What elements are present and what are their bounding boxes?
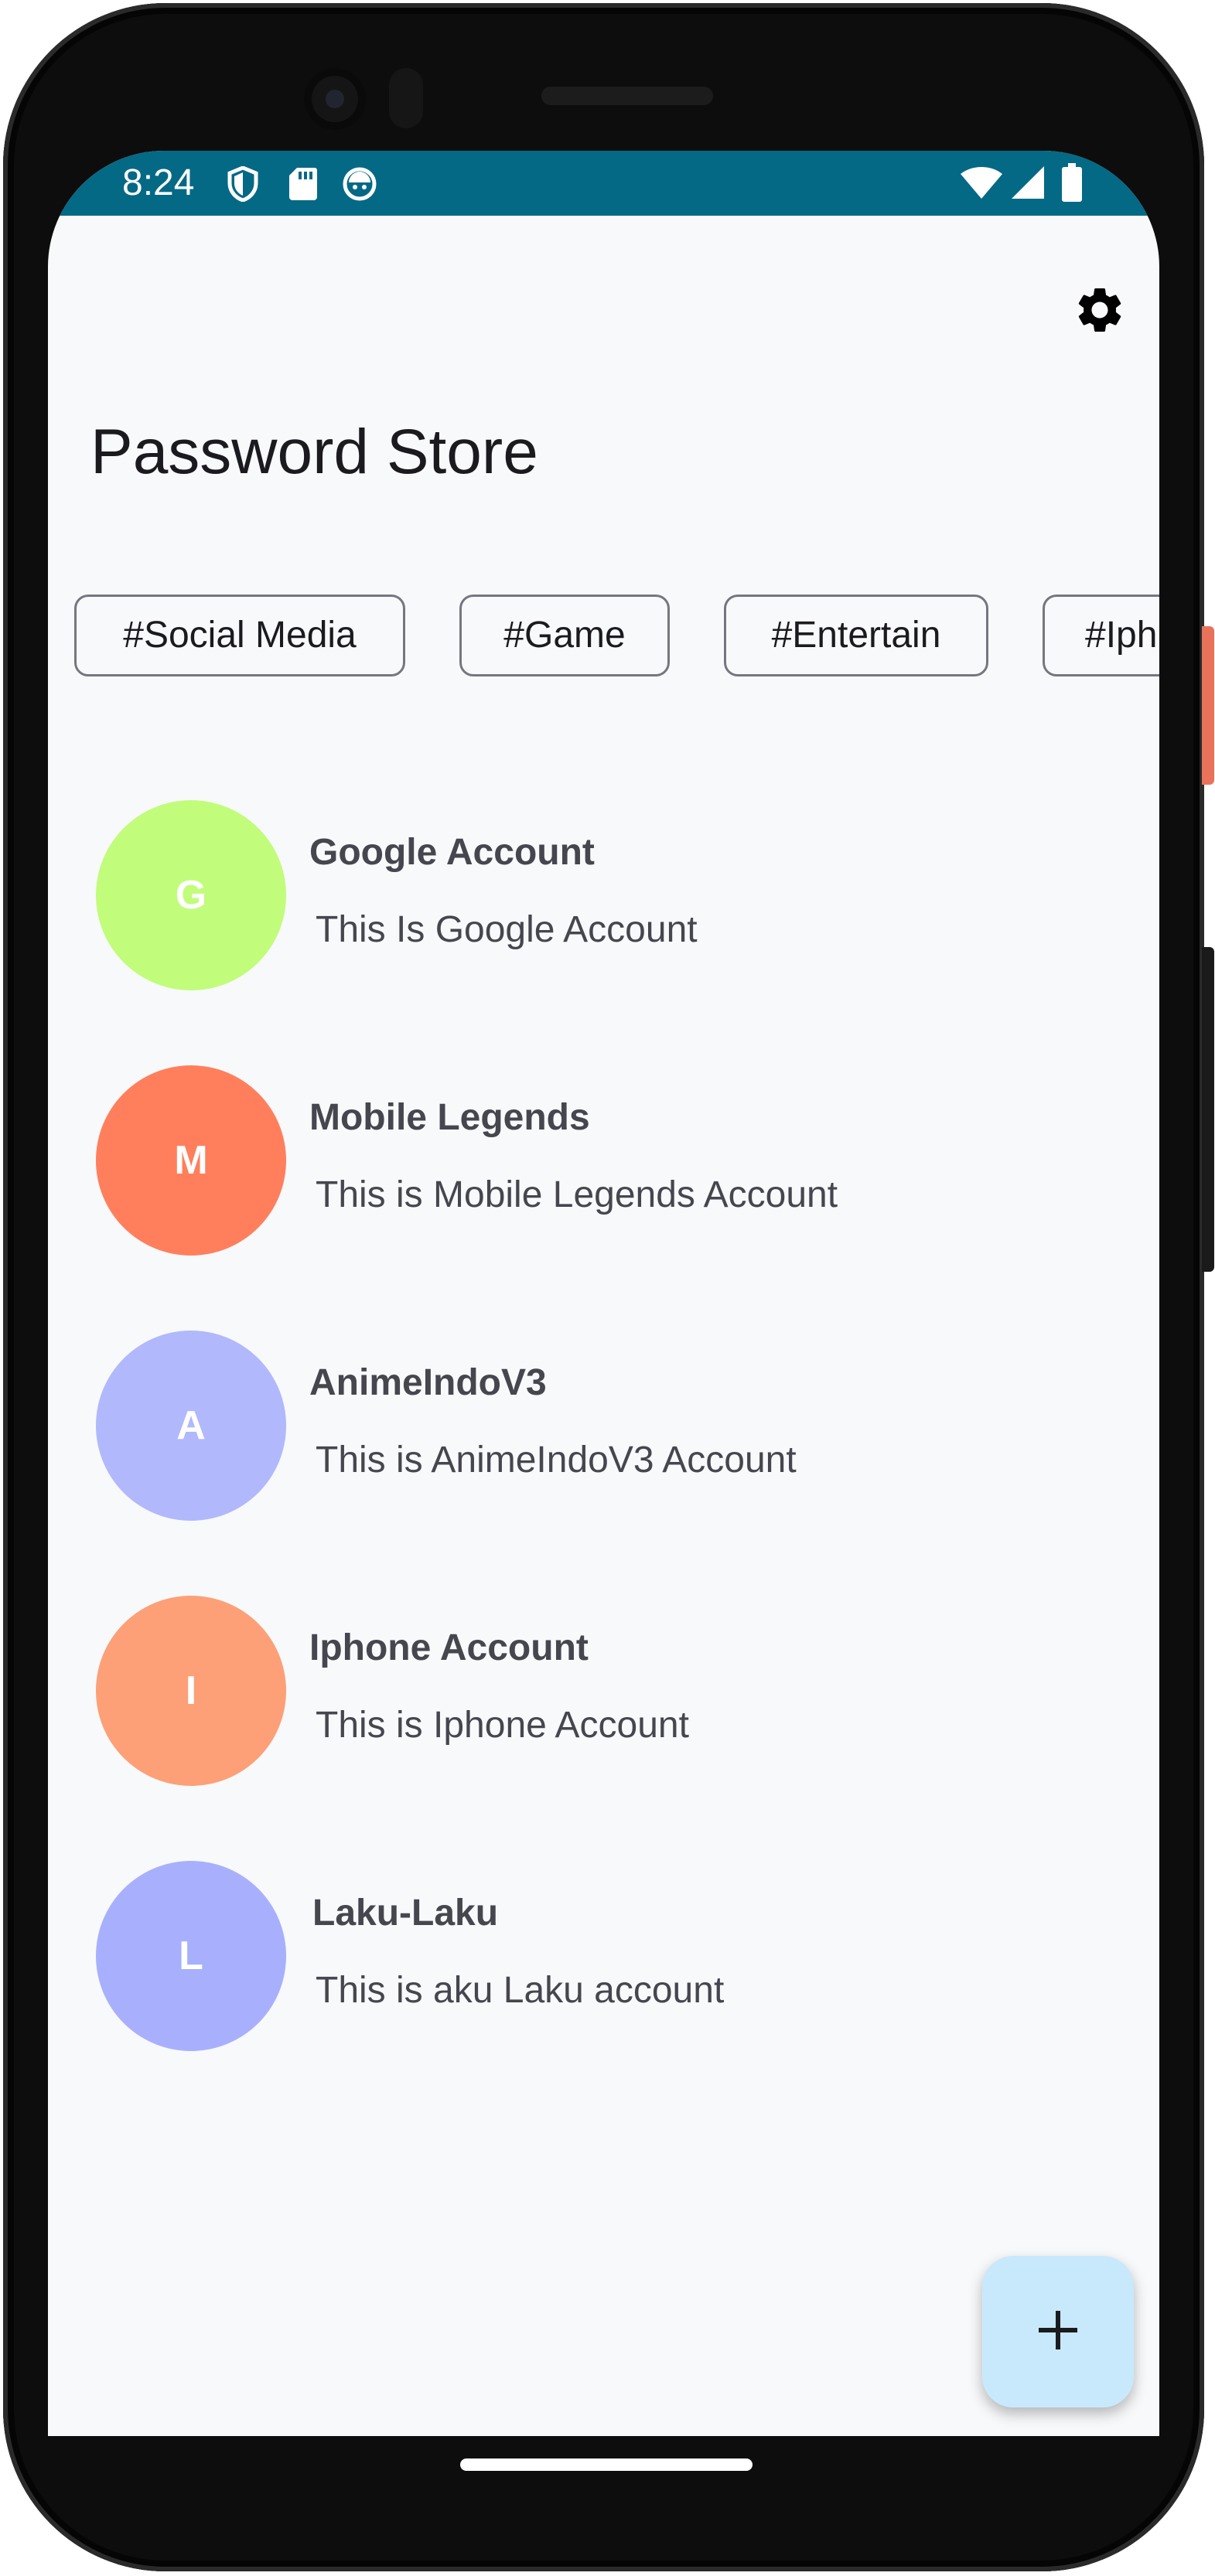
- tag-chip-social-media[interactable]: #Social Media: [74, 595, 405, 676]
- proximity-sensor: [389, 68, 423, 128]
- battery-icon: [1061, 163, 1083, 206]
- account-title: AnimeIndoV3: [309, 1362, 547, 1403]
- gear-icon: [1073, 283, 1127, 341]
- avatar: G: [96, 800, 286, 990]
- shield-icon: [227, 165, 258, 206]
- plus-icon: [1036, 2309, 1080, 2356]
- account-description: This is Iphone Account: [316, 1705, 689, 1746]
- tag-chip-entertain[interactable]: #Entertain: [724, 595, 988, 676]
- account-title: Google Account: [309, 832, 595, 873]
- wifi-icon: [961, 165, 1002, 204]
- list-item[interactable]: I Iphone Account This is Iphone Account: [48, 1596, 1159, 1828]
- avatar: A: [96, 1331, 286, 1521]
- front-camera: [304, 68, 366, 130]
- list-item[interactable]: L Laku-Laku This is aku Laku account: [48, 1861, 1159, 2093]
- account-title: Iphone Account: [309, 1627, 589, 1668]
- power-button: [1202, 626, 1214, 785]
- account-description: This Is Google Account: [316, 909, 698, 950]
- earpiece-speaker: [541, 87, 713, 105]
- add-account-button[interactable]: [982, 2256, 1134, 2407]
- page-title: Password Store: [90, 417, 538, 487]
- app-screen: 8:24 Password Store #Social Media #Game …: [48, 151, 1159, 2436]
- avatar: L: [96, 1861, 286, 2051]
- tag-filter-row[interactable]: #Social Media #Game #Entertain #Iph: [74, 595, 1159, 680]
- account-description: This is aku Laku account: [316, 1970, 725, 2011]
- tag-chip-iphone[interactable]: #Iph: [1043, 595, 1159, 676]
- list-item[interactable]: G Google Account This Is Google Account: [48, 800, 1159, 1032]
- list-item[interactable]: M Mobile Legends This is Mobile Legends …: [48, 1065, 1159, 1297]
- android-face-icon: [342, 166, 377, 206]
- home-indicator[interactable]: [460, 2458, 753, 2471]
- avatar: M: [96, 1065, 286, 1256]
- status-time: 8:24: [122, 162, 195, 203]
- avatar: I: [96, 1596, 286, 1786]
- settings-button[interactable]: [1061, 273, 1138, 350]
- volume-button: [1202, 947, 1214, 1272]
- account-description: This is AnimeIndoV3 Account: [316, 1440, 797, 1481]
- account-title: Mobile Legends: [309, 1097, 590, 1138]
- list-item[interactable]: A AnimeIndoV3 This is AnimeIndoV3 Accoun…: [48, 1331, 1159, 1562]
- tag-chip-game[interactable]: #Game: [459, 595, 670, 676]
- cell-signal-icon: [1010, 165, 1046, 204]
- sd-card-icon: [289, 166, 317, 204]
- account-description: This is Mobile Legends Account: [316, 1174, 838, 1215]
- status-bar: 8:24: [48, 151, 1159, 216]
- account-title: Laku-Laku: [312, 1893, 499, 1934]
